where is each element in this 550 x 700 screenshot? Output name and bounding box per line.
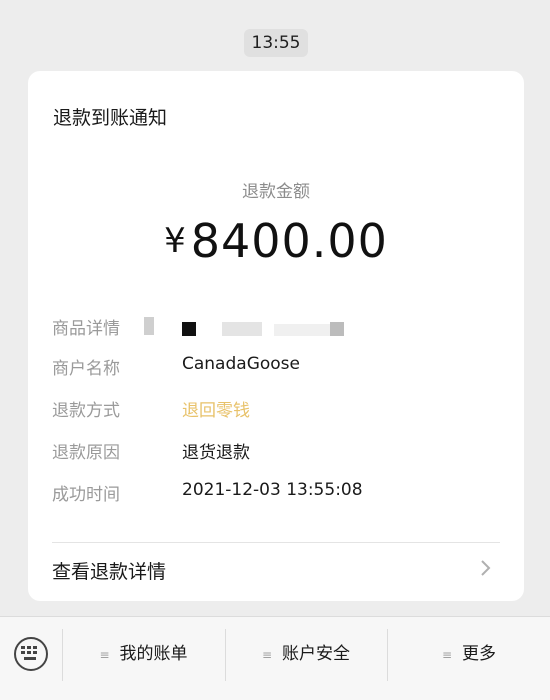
currency-symbol: ¥	[164, 221, 187, 261]
row-refund-reason: 退款原因 退货退款	[52, 438, 502, 466]
refund-method: 退回零钱	[182, 401, 250, 421]
refund-notification-card[interactable]: 退款到账通知 退款金额 ¥8400.00 商品详情 商户名称 CanadaGoo…	[28, 71, 524, 601]
keyboard-icon[interactable]	[14, 637, 48, 671]
menu-label: 我的账单	[119, 644, 188, 664]
row-label: 商户名称	[52, 359, 120, 379]
refund-amount: ¥8400.00	[28, 214, 524, 268]
menu-label: 账户安全	[282, 644, 351, 664]
chevron-right-icon[interactable]	[474, 557, 496, 579]
message-time: 13:55	[244, 29, 308, 57]
divider	[52, 542, 500, 543]
hamburger-icon: ≡	[261, 648, 273, 662]
row-success-time: 成功时间 2021-12-03 13:55:08	[52, 480, 502, 508]
menu-label: 更多	[462, 644, 497, 664]
amount-label: 退款金额	[242, 182, 310, 202]
refund-reason: 退货退款	[182, 443, 250, 463]
row-label: 商品详情	[52, 319, 120, 339]
row-refund-method: 退款方式 退回零钱	[52, 396, 502, 424]
amount-value: 8400.00	[190, 214, 388, 268]
row-merchant: 商户名称 CanadaGoose	[52, 354, 502, 382]
menu-account-security[interactable]: ≡ 账户安全	[226, 617, 386, 692]
row-label: 成功时间	[52, 485, 120, 505]
row-label: 退款原因	[52, 443, 120, 463]
success-time: 2021-12-03 13:55:08	[182, 480, 363, 500]
menu-more[interactable]: ≡ 更多	[388, 617, 550, 692]
merchant-name: CanadaGoose	[182, 354, 300, 374]
view-refund-details-link[interactable]: 查看退款详情	[52, 557, 166, 584]
row-product-details: 商品详情	[52, 314, 502, 342]
row-label: 退款方式	[52, 401, 120, 421]
hamburger-icon: ≡	[99, 648, 110, 662]
hamburger-icon: ≡	[441, 648, 453, 662]
bottom-menu-bar: ≡ 我的账单 ≡ 账户安全 ≡ 更多	[0, 616, 550, 700]
card-title: 退款到账通知	[53, 107, 168, 129]
menu-my-bill[interactable]: ≡ 我的账单	[63, 617, 224, 692]
